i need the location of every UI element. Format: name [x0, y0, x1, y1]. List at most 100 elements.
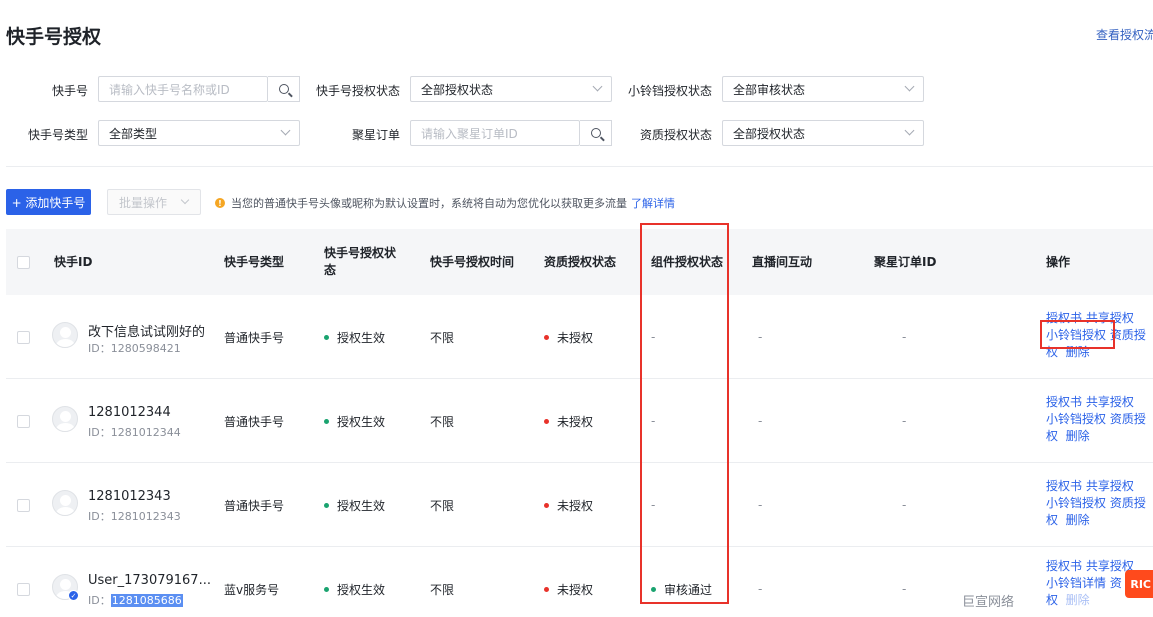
- status-dot: [324, 586, 329, 592]
- qualification-auth-link[interactable]: 资质授: [1110, 328, 1146, 342]
- header-account-type: 快手号类型: [224, 254, 285, 269]
- chevron-down-icon: [904, 125, 915, 136]
- qualification-filter-label: 资质授权状态: [640, 128, 713, 142]
- page-title: 快手号授权: [6, 26, 102, 48]
- auth-time: 不限: [430, 498, 455, 513]
- chevron-down-icon: [280, 125, 291, 136]
- bell-status-select[interactable]: 全部审核状态: [722, 76, 924, 102]
- live-interaction: -: [758, 582, 763, 596]
- watermark: 巨宣网络: [962, 595, 1015, 610]
- table-row: 1281012343 ID：1281012343 普通快手号 授权生效 不限 未…: [6, 463, 1153, 547]
- delete-link[interactable]: 删除: [1066, 593, 1090, 607]
- auth-time: 不限: [430, 330, 455, 345]
- auth-letter-link[interactable]: 授权书: [1046, 479, 1082, 493]
- delete-link[interactable]: 删除: [1066, 345, 1090, 359]
- select-all-checkbox[interactable]: [17, 256, 30, 269]
- account-type: 蓝v服务号: [224, 582, 280, 597]
- floating-assistant-button[interactable]: RIC: [1125, 570, 1153, 598]
- header-xingtu-order: 聚星订单ID: [874, 254, 937, 269]
- row-checkbox[interactable]: [17, 331, 30, 344]
- search-icon: [590, 128, 601, 138]
- live-interaction: -: [758, 414, 763, 428]
- account-name: 改下信息试试刚好的: [88, 325, 206, 340]
- account-type-select[interactable]: 全部类型: [98, 120, 300, 146]
- xingtu-order-id: -: [902, 498, 907, 512]
- row-actions: 授权书 共享授权 小铃铛授权 资质授 权 删除: [1046, 310, 1153, 361]
- xingtu-order-input[interactable]: 请输入聚星订单ID: [410, 120, 580, 146]
- avatar: [52, 490, 78, 516]
- qualification-auth-link[interactable]: 资: [1110, 576, 1122, 590]
- shared-auth-link[interactable]: 共享授权: [1086, 395, 1134, 409]
- batch-actions-dropdown[interactable]: 批量操作: [107, 189, 201, 215]
- qualification-auth-link-cont[interactable]: 权: [1046, 429, 1058, 443]
- account-filter-label: 快手号: [52, 84, 89, 98]
- shared-auth-link[interactable]: 共享授权: [1086, 311, 1134, 325]
- account-id: ID：1281085686: [88, 594, 183, 607]
- row-checkbox[interactable]: [17, 415, 30, 428]
- auth-status: 授权生效: [324, 379, 385, 463]
- qualification-auth-link-cont[interactable]: 权: [1046, 345, 1058, 359]
- avatar: [52, 406, 78, 432]
- qualification-status: 未授权: [544, 547, 593, 617]
- component-status: 审核通过: [651, 547, 712, 617]
- auth-time: 不限: [430, 414, 455, 429]
- bell-auth-link[interactable]: 小铃铛授权: [1046, 496, 1106, 510]
- xingtu-order-search-button[interactable]: [580, 120, 612, 146]
- qualification-status: 未授权: [544, 463, 593, 547]
- table-row: 改下信息试试刚好的 ID：1280598421 普通快手号 授权生效 不限 未授…: [6, 295, 1153, 379]
- qualification-auth-link-cont[interactable]: 权: [1046, 513, 1058, 527]
- verified-icon: ✓: [68, 590, 79, 601]
- auth-status-select[interactable]: 全部授权状态: [410, 76, 612, 102]
- shared-auth-link[interactable]: 共享授权: [1086, 479, 1134, 493]
- auth-status: 授权生效: [324, 295, 385, 379]
- add-account-button[interactable]: + 添加快手号: [6, 189, 91, 215]
- header-live-interaction: 直播间互动: [752, 254, 813, 269]
- header-actions: 操作: [1046, 254, 1071, 269]
- bell-auth-link[interactable]: 小铃铛授权: [1046, 328, 1106, 342]
- bell-auth-link[interactable]: 小铃铛授权: [1046, 412, 1106, 426]
- avatar: [52, 322, 78, 348]
- auth-letter-link[interactable]: 授权书: [1046, 395, 1082, 409]
- auth-status: 授权生效: [324, 547, 385, 617]
- account-id: ID：1281012344: [88, 426, 181, 439]
- auth-time: 不限: [430, 582, 455, 597]
- optimization-notice: ! 当您的普通快手号头像或昵称为默认设置时，系统将自动为您优化以获取更多流量 了…: [215, 195, 675, 211]
- delete-link[interactable]: 删除: [1066, 513, 1090, 527]
- auth-status-filter-label: 快手号授权状态: [316, 84, 401, 98]
- account-type: 普通快手号: [224, 498, 285, 513]
- live-interaction: -: [758, 330, 763, 344]
- delete-link[interactable]: 删除: [1066, 429, 1090, 443]
- bell-details-link[interactable]: 小铃铛详情: [1046, 576, 1106, 590]
- status-dot: [544, 334, 549, 340]
- xingtu-order-id: -: [902, 582, 907, 596]
- auth-letter-link[interactable]: 授权书: [1046, 559, 1082, 573]
- header-account-id: 快手ID: [54, 254, 93, 269]
- status-dot: [544, 418, 549, 424]
- header-auth-status: 快手号授权状 态: [324, 246, 397, 277]
- auth-status: 授权生效: [324, 463, 385, 547]
- status-dot: [324, 334, 329, 340]
- chevron-down-icon: [904, 81, 915, 92]
- account-type: 普通快手号: [224, 414, 285, 429]
- row-checkbox[interactable]: [17, 583, 30, 596]
- qualification-auth-link[interactable]: 资质授: [1110, 412, 1146, 426]
- status-dot: [544, 502, 549, 508]
- account-id: ID：1280598421: [88, 342, 181, 355]
- account-search-button[interactable]: [268, 76, 300, 102]
- account-type-filter-label: 快手号类型: [28, 128, 89, 142]
- chevron-down-icon: [592, 81, 603, 92]
- account-name: 1281012344: [88, 405, 171, 420]
- table-row: 1281012344 ID：1281012344 普通快手号 授权生效 不限 未…: [6, 379, 1153, 463]
- qualification-status: 未授权: [544, 379, 593, 463]
- row-actions: 授权书 共享授权 小铃铛授权 资质授 权 删除: [1046, 478, 1153, 529]
- qualification-auth-link[interactable]: 资质授: [1110, 496, 1146, 510]
- view-auth-flow-link[interactable]: 查看授权流: [1096, 26, 1153, 43]
- account-search-input[interactable]: 请输入快手号名称或ID: [98, 76, 268, 102]
- qualification-auth-link-cont[interactable]: 权: [1046, 593, 1058, 607]
- learn-more-link[interactable]: 了解详情: [631, 195, 675, 211]
- qualification-select[interactable]: 全部授权状态: [722, 120, 924, 146]
- row-checkbox[interactable]: [17, 499, 30, 512]
- auth-letter-link[interactable]: 授权书: [1046, 311, 1082, 325]
- row-actions: 授权书 共享授权 小铃铛授权 资质授 权 删除: [1046, 394, 1153, 445]
- account-name: 1281012343: [88, 489, 171, 504]
